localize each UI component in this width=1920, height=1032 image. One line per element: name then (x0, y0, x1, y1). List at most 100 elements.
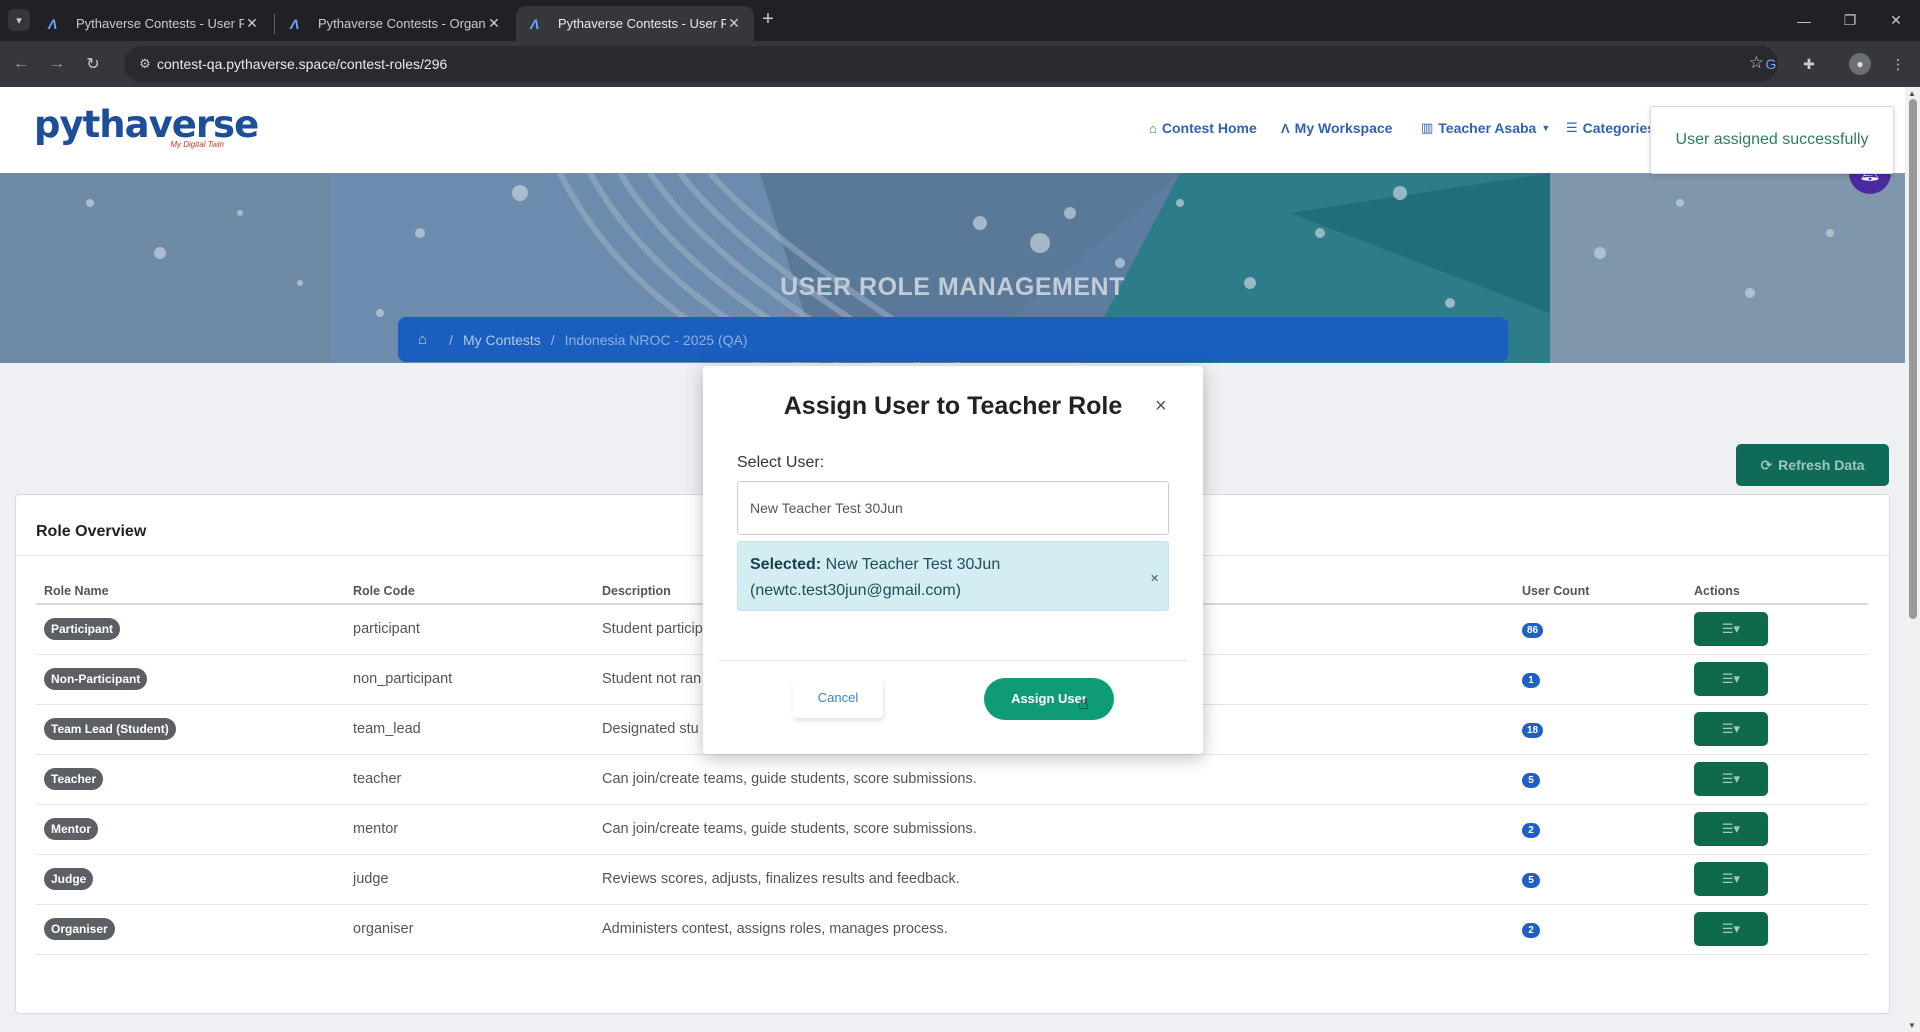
success-toast: User assigned successfully (1650, 106, 1894, 174)
scroll-down-arrow-icon[interactable]: ▼ (1908, 1021, 1916, 1030)
minimize-icon[interactable]: — (1781, 0, 1827, 41)
role-code: organiser (345, 904, 594, 955)
role-description: Can join/create teams, guide students, s… (594, 804, 1514, 855)
tab-close-icon[interactable]: ✕ (244, 15, 260, 32)
nav-label: My Workspace (1294, 120, 1393, 136)
scroll-up-arrow-icon[interactable]: ▲ (1908, 89, 1916, 98)
role-code: judge (345, 854, 594, 905)
cancel-button[interactable]: Cancel (793, 678, 883, 718)
tab-close-icon[interactable]: ✕ (726, 15, 742, 32)
breadcrumb-separator: / (449, 331, 453, 348)
selected-prefix: Selected: (750, 556, 822, 573)
pythaverse-logo[interactable]: pythaverse My Digital Twin (34, 103, 259, 156)
refresh-label: Refresh Data (1778, 457, 1865, 473)
toast-message: User assigned successfully (1675, 131, 1869, 148)
column-header: User Count (1514, 579, 1686, 605)
logo-text: pythaverse (34, 103, 259, 146)
selected-user-name: New Teacher Test 30Jun (825, 556, 1001, 573)
address-bar[interactable]: ⚙ contest-qa.pythaverse.space/contest-ro… (124, 46, 1778, 82)
clear-selection-icon[interactable]: ✕ (1150, 566, 1159, 592)
user-count-badge: 2 (1522, 922, 1540, 938)
row-actions-menu-button[interactable]: ☰▾ (1694, 862, 1768, 896)
restore-icon[interactable]: ❐ (1827, 0, 1873, 41)
assign-user-button[interactable]: Assign User (984, 678, 1114, 720)
role-description: Reviews scores, adjusts, finalizes resul… (594, 854, 1514, 905)
user-search-input[interactable]: New Teacher Test 30Jun (737, 481, 1169, 535)
nav-user-menu[interactable]: ▥ Teacher Asaba ▼ (1421, 120, 1550, 136)
site-header: pythaverse My Digital Twin ⌂ Contest Hom… (0, 87, 1905, 173)
browser-tab-2[interactable]: Λ Pythaverse Contests - Organize ✕ (276, 6, 514, 41)
refresh-data-button[interactable]: ⟳ Refresh Data (1736, 444, 1889, 486)
breadcrumb-home-icon[interactable]: ⌂ (418, 331, 427, 348)
role-description: Administers contest, assigns roles, mana… (594, 904, 1514, 955)
column-header: Role Code (345, 579, 594, 605)
forward-icon[interactable]: → (44, 51, 70, 77)
user-search-value: New Teacher Test 30Jun (750, 500, 903, 516)
extensions-icon[interactable]: ✚ (1798, 53, 1820, 75)
tab-title: Pythaverse Contests - User Role (558, 16, 726, 31)
nav-label: Categories (1582, 120, 1656, 136)
tab-close-icon[interactable]: ✕ (486, 15, 502, 32)
role-code: teacher (345, 754, 594, 805)
pythaverse-favicon-icon: Λ (530, 15, 540, 32)
page-scrollbar[interactable]: ▲ ▼ (1905, 87, 1920, 1032)
reload-icon[interactable]: ↻ (80, 51, 106, 77)
row-actions-menu-button[interactable]: ☰▾ (1694, 812, 1768, 846)
nav-my-workspace[interactable]: Λ My Workspace (1281, 120, 1392, 136)
role-name-badge: Organiser (44, 918, 115, 940)
page-title: USER ROLE MANAGEMENT (780, 273, 1125, 301)
row-actions-menu-button[interactable]: ☰▾ (1694, 612, 1768, 647)
nav-categories[interactable]: ☰ Categories (1566, 120, 1655, 136)
selected-user-email: (newtc.test30jun@gmail.com) (750, 582, 961, 599)
scrollbar-thumb[interactable] (1909, 99, 1917, 619)
role-name-badge: Team Lead (Student) (44, 718, 176, 740)
nav-contest-home[interactable]: ⌂ Contest Home (1149, 120, 1257, 136)
user-count-badge: 1 (1522, 672, 1540, 688)
user-count-badge: 86 (1522, 622, 1544, 638)
url-text[interactable]: contest-qa.pythaverse.space/contest-role… (157, 56, 447, 72)
modal-close-icon[interactable]: × (1155, 395, 1167, 418)
new-tab-button[interactable]: + (756, 8, 780, 32)
breadcrumb-my-contests[interactable]: My Contests (463, 332, 541, 348)
back-icon[interactable]: ← (8, 51, 34, 77)
pythaverse-icon: Λ (1281, 120, 1290, 136)
user-count-badge: 5 (1522, 772, 1540, 788)
row-actions-menu-button[interactable]: ☰▾ (1694, 912, 1768, 946)
window-close-icon[interactable]: ✕ (1873, 0, 1919, 41)
tab-title: Pythaverse Contests - User Role (76, 16, 244, 31)
table-row: Judge judge Reviews scores, adjusts, fin… (36, 854, 1868, 905)
role-name-badge: Mentor (44, 818, 98, 840)
row-actions-menu-button[interactable]: ☰▾ (1694, 762, 1768, 796)
assign-user-modal: Assign User to Teacher Role × Select Use… (703, 366, 1203, 754)
browser-toolbar: ← → ↻ ⚙ contest-qa.pythaverse.space/cont… (0, 41, 1920, 129)
site-info-icon[interactable]: ⚙ (134, 54, 156, 74)
browser-tab-1[interactable]: Λ Pythaverse Contests - User Role ✕ (34, 6, 272, 41)
pythaverse-favicon-icon: Λ (290, 15, 300, 32)
translate-icon[interactable]: G (1760, 53, 1782, 75)
nav-label: Contest Home (1161, 120, 1257, 136)
browser-menu-icon[interactable]: ⋮ (1887, 53, 1909, 75)
breadcrumb: ⌂ / My Contests / Indonesia NROC - 2025 … (398, 317, 1508, 362)
browser-tab-3-active[interactable]: Λ Pythaverse Contests - User Role ✕ (516, 6, 754, 41)
refresh-icon: ⟳ (1760, 456, 1773, 473)
role-name-badge: Participant (44, 618, 121, 641)
breadcrumb-current-contest: Indonesia NROC - 2025 (QA) (564, 331, 748, 348)
row-actions-menu-button[interactable]: ☰▾ (1694, 712, 1768, 746)
user-count-badge: 5 (1522, 872, 1540, 888)
user-count-badge: 18 (1522, 722, 1544, 738)
profile-avatar-icon[interactable]: ● (1849, 53, 1871, 75)
role-description: Can join/create teams, guide students, s… (594, 754, 1514, 805)
role-code: non_participant (345, 654, 594, 705)
select-user-label: Select User: (737, 454, 825, 471)
browser-tab-strip: ▾ Λ Pythaverse Contests - User Role ✕ Λ … (0, 0, 1920, 41)
role-name-badge: Judge (44, 868, 94, 890)
table-row: Organiser organiser Administers contest,… (36, 904, 1868, 955)
home-icon: ⌂ (1149, 120, 1157, 136)
role-overview-title: Role Overview (36, 523, 147, 540)
tab-separator (274, 14, 275, 34)
list-icon: ☰ (1566, 120, 1578, 135)
table-row: Teacher teacher Can join/create teams, g… (36, 754, 1868, 805)
row-actions-menu-button[interactable]: ☰▾ (1694, 662, 1768, 696)
role-code: team_lead (345, 704, 594, 755)
tab-search-button[interactable]: ▾ (8, 9, 30, 31)
